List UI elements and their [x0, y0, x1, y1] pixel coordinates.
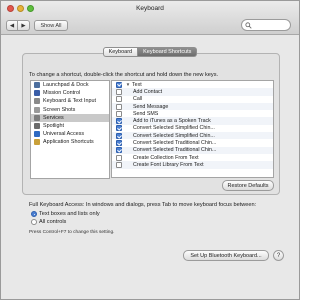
radio-button[interactable]	[31, 219, 37, 225]
category-list: Launchpad & Dock Mission Control Keyboard …	[30, 80, 110, 179]
category-label: Mission Control	[43, 90, 81, 97]
shortcut-checkbox[interactable]	[116, 81, 122, 88]
category-item[interactable]: Mission Control	[31, 89, 109, 97]
category-item[interactable]: Keyboard & Text Input	[31, 97, 109, 105]
radio-button-selected[interactable]	[31, 211, 37, 217]
keyboard-icon	[34, 98, 40, 105]
shortcut-checkbox[interactable]	[116, 125, 122, 132]
shortcut-label: Convert Selected Traditional Chin...	[133, 140, 217, 147]
tab-keyboard-shortcuts[interactable]: Keyboard Shortcuts	[138, 47, 198, 57]
search-input[interactable]	[254, 22, 290, 28]
shortcut-label: Convert Selected Simplified Chin...	[133, 125, 215, 132]
category-label: Launchpad & Dock	[43, 82, 89, 89]
shortcut-row[interactable]: Convert Selected Simplified Chin...	[112, 132, 273, 140]
tab-bar: Keyboard Keyboard Shortcuts	[1, 47, 299, 57]
search-icon	[245, 21, 252, 29]
mission-control-icon	[34, 90, 40, 97]
shortcut-row[interactable]: Convert Selected Traditional Chin...	[112, 146, 273, 154]
category-label: Spotlight	[43, 123, 64, 130]
shortcut-checkbox[interactable]	[116, 140, 122, 147]
keyboard-preferences-window: Keyboard ◀ ▶ Show All Keyboard Keyboard …	[0, 0, 300, 300]
back-button[interactable]: ◀	[6, 20, 18, 31]
shortcut-checkbox[interactable]	[116, 96, 122, 103]
shortcut-label: Add to iTunes as a Spoken Track	[133, 118, 211, 125]
keyboard-access-hint: Press Control+F7 to change this setting.	[29, 230, 115, 235]
shortcut-row[interactable]: Add to iTunes as a Spoken Track	[112, 117, 273, 125]
category-label: Universal Access	[43, 131, 85, 138]
forward-button[interactable]: ▶	[18, 20, 30, 31]
radio-label: Text boxes and lists only	[39, 211, 100, 217]
camera-icon	[34, 106, 40, 113]
shortcut-row[interactable]: Convert Selected Simplified Chin...	[112, 125, 273, 132]
category-item[interactable]: Services	[31, 113, 109, 122]
radio-text-boxes-and-lists[interactable]: Text boxes and lists only	[31, 211, 100, 217]
shortcut-label: Send Message	[133, 103, 169, 110]
shortcut-group-row[interactable]: ▼ Text	[112, 81, 273, 88]
radio-label: All controls	[39, 219, 67, 225]
shortcut-row[interactable]: Create Font Library From Text	[112, 161, 273, 169]
category-item[interactable]: Launchpad & Dock	[31, 81, 109, 89]
shortcut-row[interactable]: Call	[112, 96, 273, 103]
shortcut-checkbox[interactable]	[116, 154, 122, 161]
shortcut-label: Add Contact	[133, 88, 163, 95]
title-bar: Keyboard ◀ ▶ Show All	[1, 1, 299, 35]
full-keyboard-access-label: Full Keyboard Access: In windows and dia…	[29, 202, 257, 208]
category-label: Services	[43, 114, 64, 121]
launchpad-icon	[34, 82, 40, 89]
category-label: Keyboard & Text Input	[43, 98, 96, 105]
category-item[interactable]: Universal Access	[31, 130, 109, 138]
shortcut-label: Convert Selected Traditional Chin...	[133, 147, 217, 154]
shortcut-row[interactable]: Convert Selected Traditional Chin...	[112, 139, 273, 147]
set-up-bluetooth-keyboard-button[interactable]: Set Up Bluetooth Keyboard...	[183, 250, 269, 261]
disclosure-triangle-icon[interactable]: ▼	[124, 82, 132, 87]
shortcut-checkbox[interactable]	[116, 88, 122, 95]
category-item[interactable]: Screen Shots	[31, 106, 109, 114]
spotlight-icon	[34, 123, 40, 130]
shortcut-row[interactable]: Add Contact	[112, 88, 273, 96]
search-field[interactable]	[241, 19, 291, 31]
category-label: Screen Shots	[43, 106, 76, 113]
help-button[interactable]: ?	[273, 250, 284, 261]
category-label: Application Shortcuts	[43, 139, 94, 146]
shortcut-label: Convert Selected Simplified Chin...	[133, 132, 215, 139]
shortcut-row[interactable]: Send Message	[112, 102, 273, 111]
restore-defaults-button[interactable]: Restore Defaults	[222, 180, 274, 191]
shortcut-checkbox[interactable]	[116, 147, 122, 154]
window-title: Keyboard	[136, 5, 164, 12]
shortcut-list: ▼ Text Add Contact Call Send Message Send SMS…	[111, 80, 274, 178]
shortcut-checkbox[interactable]	[116, 161, 122, 168]
shortcut-label: Send SMS	[133, 110, 159, 117]
shortcut-label: Create Collection From Text	[133, 154, 199, 161]
shortcut-label: Call	[133, 96, 143, 103]
shortcut-checkbox[interactable]	[116, 103, 122, 110]
radio-all-controls[interactable]: All controls	[31, 219, 66, 225]
universal-access-icon	[34, 131, 40, 138]
shortcut-row[interactable]: Send SMS	[112, 110, 273, 117]
shortcut-checkbox[interactable]	[116, 110, 122, 117]
show-all-button[interactable]: Show All	[34, 20, 68, 31]
category-item[interactable]: Application Shortcuts	[31, 138, 109, 146]
shortcut-label: Create Font Library From Text	[133, 161, 204, 168]
shortcut-checkbox[interactable]	[116, 132, 122, 139]
services-icon	[34, 114, 40, 121]
shortcut-row[interactable]: Create Collection From Text	[112, 154, 273, 161]
tab-keyboard[interactable]: Keyboard	[102, 47, 139, 57]
shortcut-checkbox[interactable]	[116, 118, 122, 125]
category-item[interactable]: Spotlight	[31, 122, 109, 130]
shortcut-label: Text	[132, 81, 142, 88]
instruction-text: To change a shortcut, double-click the s…	[29, 72, 219, 78]
app-shortcuts-icon	[34, 139, 40, 146]
